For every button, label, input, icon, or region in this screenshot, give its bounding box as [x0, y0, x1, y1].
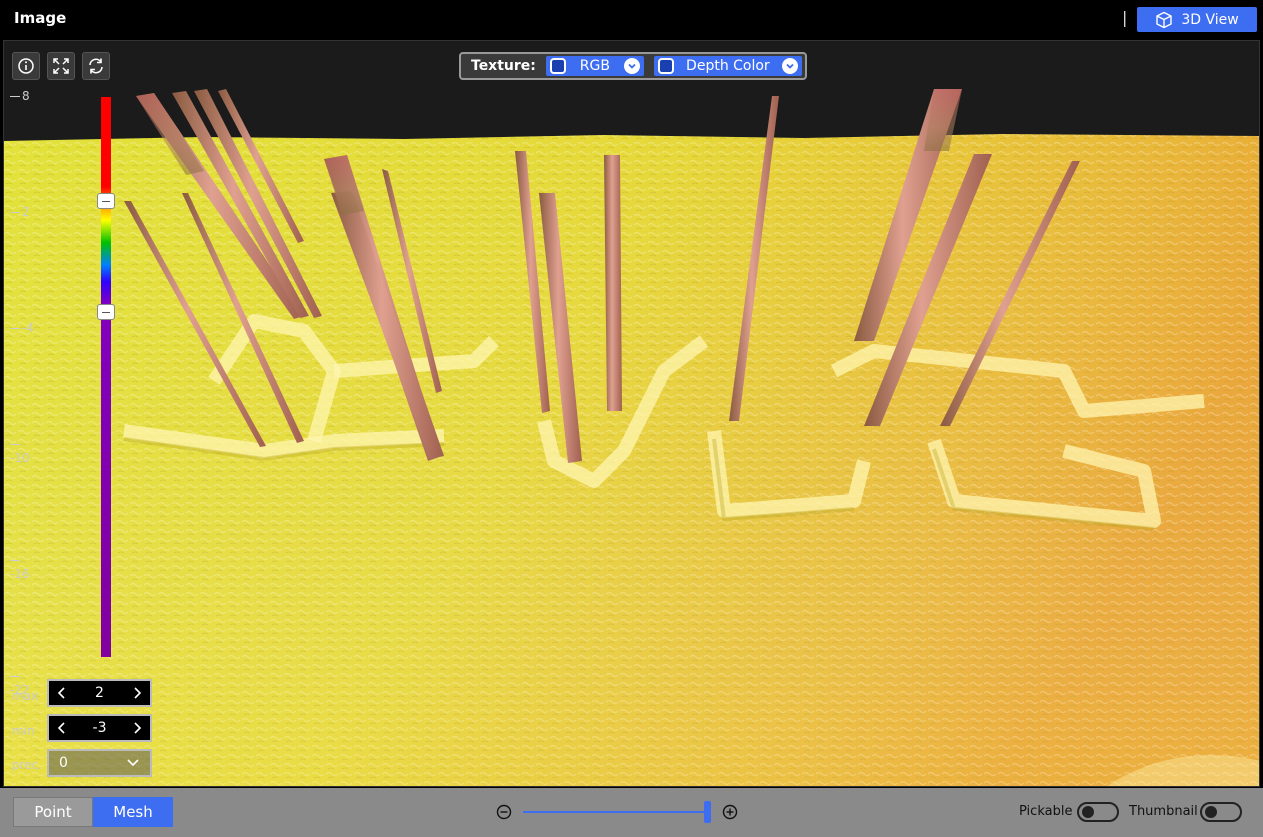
chevron-left-icon — [57, 722, 65, 734]
max-increment-button[interactable] — [132, 686, 142, 700]
chevron-down-icon — [127, 759, 139, 767]
color-scale-ticks: 8 2 -4 -10 -16 -22 — [10, 89, 40, 697]
scale-tick: 8 — [10, 89, 30, 103]
3d-viewport[interactable]: Texture: RGB Depth Color 8 2 -4 -10 -16 … — [3, 40, 1260, 787]
prec-label: prec. — [12, 758, 43, 772]
texture-selector-bar: Texture: RGB Depth Color — [459, 52, 807, 80]
fullscreen-button[interactable] — [47, 52, 75, 80]
info-icon — [18, 58, 34, 74]
footer-bar: Point Mesh Pickable Thumbnail — [0, 788, 1263, 837]
refresh-icon — [89, 58, 103, 74]
min-increment-button[interactable] — [132, 721, 142, 735]
chevron-right-icon — [134, 687, 142, 699]
min-value[interactable]: -3 — [93, 720, 107, 736]
pickable-toggle[interactable] — [1077, 802, 1119, 822]
info-button[interactable] — [12, 52, 40, 80]
texture-secondary-checkbox[interactable] — [657, 58, 674, 74]
colorbar-min-handle[interactable] — [97, 304, 115, 320]
toggle-knob — [1082, 806, 1094, 818]
point-mode-button[interactable]: Point — [13, 797, 93, 827]
texture-secondary-select[interactable]: Depth Color — [653, 56, 802, 76]
thumbnail-toggle[interactable] — [1200, 802, 1242, 822]
expand-icon — [53, 58, 69, 74]
3d-view-button[interactable]: 3D View — [1137, 7, 1257, 32]
scale-tick: -10 — [10, 437, 40, 465]
panel-title: Image — [14, 9, 67, 27]
depth-mesh-render[interactable] — [4, 41, 1260, 787]
chevron-down-icon — [623, 58, 640, 74]
mesh-mode-button[interactable]: Mesh — [93, 797, 173, 827]
max-value[interactable]: 2 — [95, 685, 104, 701]
max-decrement-button[interactable] — [57, 686, 67, 700]
reset-view-button[interactable] — [82, 52, 110, 80]
thumbnail-label: Thumbnail — [1129, 804, 1198, 819]
toggle-knob — [1205, 806, 1217, 818]
header-bar: Image | 3D View — [0, 0, 1263, 38]
scale-tick: -4 — [10, 321, 34, 335]
3d-view-label: 3D View — [1181, 11, 1239, 28]
chevron-down-icon — [781, 58, 798, 74]
chevron-right-icon — [134, 722, 142, 734]
zoom-in-icon[interactable] — [722, 804, 738, 820]
pickable-label: Pickable — [1019, 804, 1073, 819]
texture-label: Texture: — [471, 58, 536, 74]
zoom-slider-track[interactable] — [523, 811, 709, 813]
texture-primary-select[interactable]: RGB — [545, 56, 644, 76]
min-label: min — [12, 724, 35, 738]
max-stepper[interactable]: 2 — [47, 679, 152, 707]
texture-primary-value: RGB — [579, 58, 610, 74]
app-window: Image | 3D View Texture: RGB Depth Color… — [0, 0, 1263, 837]
precision-select[interactable]: 0 — [47, 749, 152, 777]
scale-tick: 2 — [10, 205, 30, 219]
scale-tick: -16 — [10, 553, 40, 581]
zoom-out-icon[interactable] — [496, 804, 512, 820]
min-decrement-button[interactable] — [57, 721, 67, 735]
max-label: max — [12, 689, 39, 703]
header-separator: | — [1122, 8, 1128, 27]
texture-primary-checkbox[interactable] — [549, 58, 566, 74]
texture-secondary-value: Depth Color — [686, 58, 770, 74]
precision-value: 0 — [59, 755, 68, 771]
cube-icon — [1156, 11, 1173, 28]
depth-colorbar — [101, 97, 111, 657]
zoom-slider-thumb[interactable] — [704, 801, 711, 823]
min-stepper[interactable]: -3 — [47, 714, 152, 742]
colorbar-max-handle[interactable] — [97, 193, 115, 209]
chevron-left-icon — [57, 687, 65, 699]
